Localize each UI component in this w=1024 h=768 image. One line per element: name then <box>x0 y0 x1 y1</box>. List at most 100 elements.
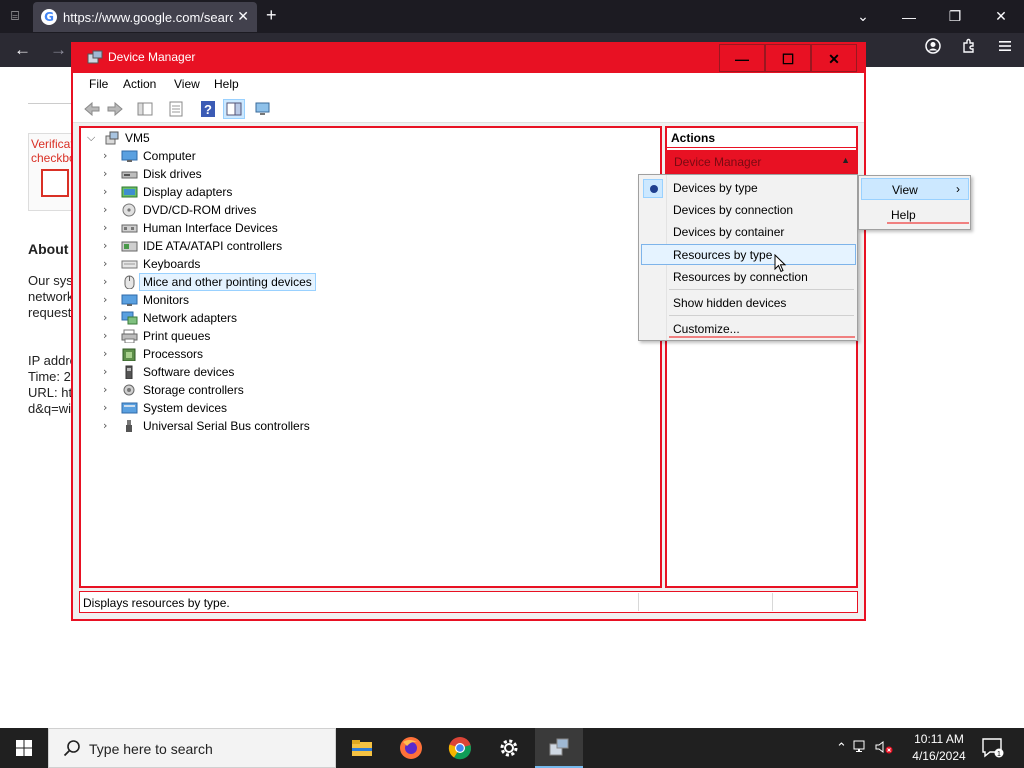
captcha-label: Verificat checkbo <box>31 137 76 165</box>
extensions-icon[interactable] <box>958 38 980 59</box>
menu-item-devices-by-type[interactable]: Devices by type <box>641 177 856 198</box>
menu-item-label: Devices by container <box>673 225 785 239</box>
menu-file[interactable]: File <box>89 77 108 91</box>
chevron-right-icon[interactable]: › <box>103 203 115 216</box>
tree-item-label: Network adapters <box>143 311 238 325</box>
tree-root-row[interactable]: ⌵ VM5 <box>81 129 660 147</box>
new-tab-button[interactable]: + <box>266 5 277 26</box>
tree-item-label: Universal Serial Bus controllers <box>143 419 310 433</box>
help-icon[interactable]: ? <box>199 100 217 118</box>
account-icon[interactable] <box>922 38 944 59</box>
forward-icon[interactable] <box>106 100 124 118</box>
search-icon <box>63 739 81 762</box>
chevron-right-icon[interactable]: › <box>103 329 115 342</box>
browser-tab[interactable]: G https://www.google.com/search ✕ <box>33 2 257 32</box>
device-tree[interactable]: ⌵ VM5 › Computer › Disk drives › Display adap… <box>79 126 662 588</box>
chevron-right-icon[interactable]: › <box>103 401 115 414</box>
device-manager-task-icon[interactable] <box>535 728 583 768</box>
chevron-right-icon[interactable]: › <box>103 383 115 396</box>
captcha-checkbox[interactable] <box>41 169 69 197</box>
menu-separator <box>669 289 854 290</box>
tree-item-network-adapters[interactable]: › Network adapters <box>81 309 660 327</box>
browser-minimize-button[interactable]: — <box>886 9 932 25</box>
tree-item-monitors[interactable]: › Monitors <box>81 291 660 309</box>
scan-hardware-icon[interactable] <box>254 100 272 118</box>
chevron-right-icon[interactable]: › <box>103 239 115 252</box>
chevron-right-icon[interactable]: › <box>103 275 115 288</box>
chevron-right-icon[interactable]: › <box>103 185 115 198</box>
menu-item-resources-by-connection[interactable]: Resources by connection <box>641 266 856 287</box>
chevron-right-icon[interactable]: › <box>103 257 115 270</box>
file-explorer-icon[interactable] <box>338 728 386 768</box>
chevron-right-icon[interactable]: › <box>103 347 115 360</box>
tree-item-software-devices[interactable]: › Software devices <box>81 363 660 381</box>
settings-gear-icon[interactable] <box>485 728 533 768</box>
hamburger-menu-icon[interactable] <box>994 38 1016 59</box>
chevron-right-icon[interactable]: › <box>103 293 115 306</box>
tree-item-human-interface-devices[interactable]: › Human Interface Devices <box>81 219 660 237</box>
menu-view[interactable]: View <box>174 77 200 91</box>
tree-item-keyboards[interactable]: › Keyboards <box>81 255 660 273</box>
minimize-button[interactable]: — <box>719 44 765 72</box>
tree-item-disk-drives[interactable]: › Disk drives <box>81 165 660 183</box>
tree-item-computer[interactable]: › Computer <box>81 147 660 165</box>
close-tab-icon[interactable]: ✕ <box>237 8 249 25</box>
printer-icon <box>121 329 138 344</box>
title-bar[interactable]: Device Manager — ☐ ✕ <box>71 42 866 73</box>
tree-item-display-adapters[interactable]: › Display adapters <box>81 183 660 201</box>
forward-arrow-icon[interactable]: → <box>50 40 67 60</box>
actions-device-manager-row[interactable]: Device Manager ▲ <box>667 150 856 174</box>
network-adapter-icon <box>121 311 138 325</box>
taskbar-search-box[interactable]: Type here to search <box>48 728 336 768</box>
mouse-cursor-icon <box>774 253 788 274</box>
tree-item-universal-serial-bus-controllers[interactable]: › Universal Serial Bus controllers <box>81 417 660 435</box>
properties-icon[interactable] <box>167 100 185 118</box>
tree-item-system-devices[interactable]: › System devices <box>81 399 660 417</box>
tree-item-storage-controllers[interactable]: › Storage controllers <box>81 381 660 399</box>
network-icon[interactable] <box>853 740 869 757</box>
chrome-icon[interactable] <box>436 728 484 768</box>
tree-item-label: Monitors <box>143 293 190 307</box>
tree-item-dvd-cd-rom-drives[interactable]: › DVD/CD-ROM drives <box>81 201 660 219</box>
chevron-right-icon[interactable]: › <box>103 221 115 234</box>
hid-icon <box>121 221 138 235</box>
submenu-item-view[interactable]: View › <box>861 178 969 200</box>
maximize-button[interactable]: ☐ <box>765 44 811 72</box>
taskbar: Type here to search ⌃ 10:11 AM 4/16/2024… <box>0 728 1024 768</box>
back-arrow-icon[interactable]: ← <box>14 40 31 60</box>
menu-item-show-hidden-devices[interactable]: Show hidden devices <box>641 292 856 313</box>
browser-close-button[interactable]: ✕ <box>978 8 1024 25</box>
notifications-icon[interactable]: 1 <box>982 738 1004 763</box>
clock-time[interactable]: 10:11 AM <box>912 732 966 746</box>
menu-item-devices-by-connection[interactable]: Devices by connection <box>641 199 856 220</box>
tree-item-ide-ata-atapi-controllers[interactable]: › IDE ATA/ATAPI controllers <box>81 237 660 255</box>
tab-list-icon[interactable]: ⌸ <box>6 8 24 24</box>
chevron-right-icon[interactable]: › <box>103 167 115 180</box>
tree-item-mice-and-other-pointing-devices[interactable]: › Mice and other pointing devices <box>81 273 660 291</box>
firefox-icon[interactable] <box>387 728 435 768</box>
list-all-tabs-icon[interactable]: ⌄ <box>840 8 886 25</box>
menu-item-resources-by-type[interactable]: Resources by type <box>641 244 856 265</box>
browser-restore-button[interactable]: ❐ <box>932 8 978 25</box>
chevron-right-icon[interactable]: › <box>103 365 115 378</box>
back-icon[interactable] <box>83 100 101 118</box>
tree-item-processors[interactable]: › Processors <box>81 345 660 363</box>
start-button[interactable] <box>0 728 48 768</box>
collapse-up-icon[interactable]: ▲ <box>841 155 850 165</box>
close-button[interactable]: ✕ <box>811 44 857 72</box>
status-separator <box>638 593 639 611</box>
clock-date[interactable]: 4/16/2024 <box>907 749 971 763</box>
show-hide-console-tree-icon[interactable] <box>136 100 154 118</box>
volume-muted-icon[interactable] <box>875 740 893 757</box>
show-action-pane-icon[interactable] <box>223 99 245 119</box>
chevron-down-icon[interactable]: ⌵ <box>87 131 95 145</box>
chevron-right-icon[interactable]: › <box>103 419 115 432</box>
chevron-right-icon[interactable]: › <box>103 311 115 324</box>
tree-item-print-queues[interactable]: › Print queues <box>81 327 660 345</box>
menu-item-devices-by-container[interactable]: Devices by container <box>641 221 856 242</box>
dvd-drive-icon <box>121 203 138 217</box>
menu-help[interactable]: Help <box>214 77 239 91</box>
chevron-right-icon[interactable]: › <box>103 149 115 162</box>
chevron-up-icon[interactable]: ⌃ <box>836 740 847 757</box>
menu-action[interactable]: Action <box>123 77 156 91</box>
